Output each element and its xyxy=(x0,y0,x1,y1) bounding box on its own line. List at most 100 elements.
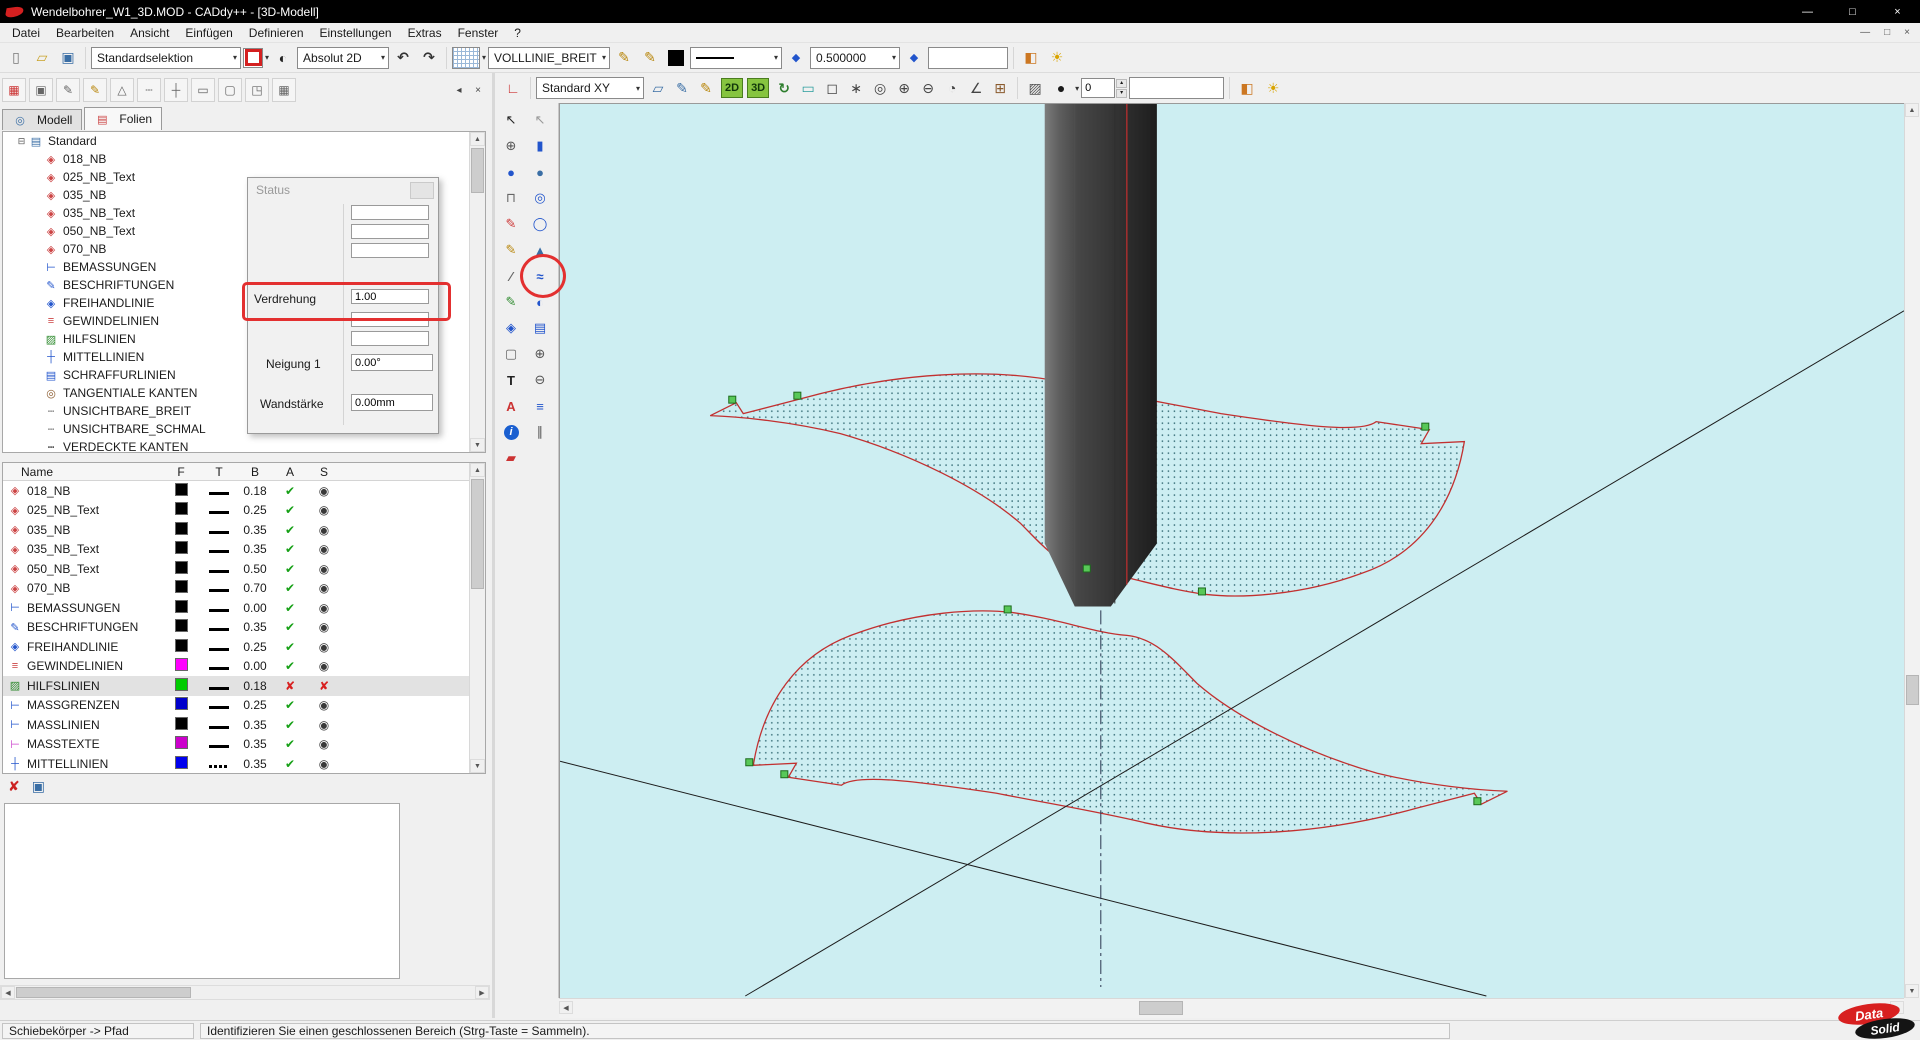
layer-color-swatch[interactable] xyxy=(175,502,188,515)
scrollbar-thumb[interactable] xyxy=(1139,1001,1183,1015)
panel-horizontal-scrollbar[interactable]: ◀ ▶ xyxy=(0,985,490,1000)
coordinate-field[interactable] xyxy=(1129,77,1224,99)
layer-visibility-flag[interactable]: ◉ xyxy=(319,484,329,498)
layer-table-row[interactable]: ◈ 050_NB_Text 0.50 ✔ ◉ xyxy=(3,559,485,579)
select-add-tool-icon[interactable]: ↖ xyxy=(527,107,553,133)
cylinder-tool-icon[interactable]: ▮ xyxy=(527,133,553,159)
badge-3d[interactable]: 3D xyxy=(747,78,769,98)
layer-table-row[interactable]: ▨ HILFSLINIEN 0.18 ✘ ✘ xyxy=(3,676,485,696)
undo-icon[interactable]: ↶ xyxy=(391,46,415,70)
text-select-tool-icon[interactable]: T xyxy=(498,367,524,393)
drill-shaft[interactable] xyxy=(1045,104,1157,606)
layer-visibility-flag[interactable]: ◉ xyxy=(319,757,329,771)
zoom-in-icon[interactable]: ⊕ xyxy=(892,76,916,100)
pens-icon[interactable]: ✎ xyxy=(83,78,107,102)
view-plane-icon[interactable]: ▭ xyxy=(796,76,820,100)
scroll-up-icon[interactable]: ▲ xyxy=(470,132,485,146)
tree-expander-icon[interactable]: ⊟ xyxy=(15,136,28,147)
layer-color-swatch[interactable] xyxy=(175,639,188,652)
layer-table-row[interactable]: ⊢ MASSGRENZEN 0.25 ✔ ◉ xyxy=(3,696,485,716)
cube-add-icon[interactable]: ⊞ xyxy=(988,76,1012,100)
layer-active-flag[interactable]: ✔ xyxy=(285,640,295,654)
tree-item[interactable]: ┅ VERDECKTE KANTEN xyxy=(3,438,485,453)
scroll-down-icon[interactable]: ▼ xyxy=(470,438,485,452)
workplane-edit-icon[interactable]: ✎ xyxy=(670,76,694,100)
loft-tool-icon[interactable]: ▤ xyxy=(527,315,553,341)
layer-color-swatch[interactable] xyxy=(175,736,188,749)
layer-active-flag[interactable]: ✔ xyxy=(285,737,295,751)
scroll-right-icon[interactable]: ▶ xyxy=(475,986,489,999)
layer-color-swatch[interactable] xyxy=(175,717,188,730)
neigung-input[interactable] xyxy=(351,354,433,371)
hatch-pattern-icon[interactable]: ▨ xyxy=(1023,76,1047,100)
scroll-left-icon[interactable]: ◀ xyxy=(1,986,15,999)
layer-color-swatch[interactable] xyxy=(175,600,188,613)
scroll-down-icon[interactable]: ▼ xyxy=(470,759,485,773)
layer-visibility-flag[interactable]: ◉ xyxy=(319,718,329,732)
drawing-canvas[interactable] xyxy=(559,103,1904,998)
layer-active-flag[interactable]: ✔ xyxy=(285,562,295,576)
chevron-down-icon[interactable]: ▾ xyxy=(482,53,486,62)
scroll-down-icon[interactable]: ▼ xyxy=(1905,984,1919,998)
grid-snap-button[interactable] xyxy=(452,47,480,69)
snap-tool-icon[interactable]: ⊕ xyxy=(498,133,524,159)
copy-layers-icon[interactable]: ▣ xyxy=(29,78,53,102)
canvas-vertical-scrollbar[interactable]: ▲ ▼ xyxy=(1904,103,1920,998)
layer-linetype-preview[interactable] xyxy=(209,667,229,670)
layers-tool-icon[interactable]: ◈ xyxy=(498,315,524,341)
layer-table-row[interactable]: ≡ GEWINDELINIEN 0.00 ✔ ◉ xyxy=(3,657,485,677)
layer-linetype-preview[interactable] xyxy=(209,511,229,514)
zoom-out-icon[interactable]: ⊖ xyxy=(916,76,940,100)
tree-item[interactable]: ◈ 018_NB xyxy=(3,150,485,168)
layer-table-row[interactable]: ◈ 035_NB 0.35 ✔ ◉ xyxy=(3,520,485,540)
scroll-up-icon[interactable]: ▲ xyxy=(1905,103,1919,117)
ucs-icon[interactable]: ∟ xyxy=(501,76,525,100)
info-tool-icon[interactable]: i xyxy=(498,419,524,445)
zoom-previous-icon[interactable]: ◔ xyxy=(940,76,964,100)
layer-linetype-preview[interactable] xyxy=(209,765,229,768)
layer-active-flag[interactable]: ✔ xyxy=(285,659,295,673)
new-file-icon[interactable]: ▯ xyxy=(4,46,28,70)
pen-style-icon[interactable]: ✎ xyxy=(612,46,636,70)
render-sphere-icon[interactable]: ● xyxy=(1049,76,1073,100)
paste-layer-icon[interactable]: ▣ xyxy=(32,778,45,795)
panel-collapse-icon[interactable]: ◂ xyxy=(451,82,467,98)
ball-tool-icon[interactable]: ● xyxy=(527,159,553,185)
menu-item[interactable]: ? xyxy=(506,24,529,42)
layer-active-flag[interactable]: ✔ xyxy=(285,503,295,517)
layer-color-swatch[interactable] xyxy=(175,619,188,632)
box3d-icon[interactable]: ◳ xyxy=(245,78,269,102)
pen-green-tool-icon[interactable]: ✎ xyxy=(498,289,524,315)
layer-active-flag[interactable]: ✔ xyxy=(285,620,295,634)
layer-linetype-preview[interactable] xyxy=(209,745,229,748)
layer-color-swatch[interactable] xyxy=(175,483,188,496)
redo-icon[interactable]: ↷ xyxy=(417,46,441,70)
layer-active-flag[interactable]: ✔ xyxy=(285,523,295,537)
open-folder-icon[interactable]: ▱ xyxy=(30,46,54,70)
status-field-1[interactable] xyxy=(351,205,429,220)
layer-color-swatch[interactable] xyxy=(175,658,188,671)
mdi-restore-button[interactable]: □ xyxy=(1884,27,1890,38)
selection-combo[interactable]: Standardselektion ▾ xyxy=(91,47,241,69)
wandstaerke-input[interactable] xyxy=(351,394,433,411)
layer-linetype-preview[interactable] xyxy=(209,628,229,631)
flute-region-lower[interactable] xyxy=(753,611,1507,833)
layer-table-row[interactable]: ⊢ MASSTEXTE 0.35 ✔ ◉ xyxy=(3,735,485,755)
minimize-button[interactable]: — xyxy=(1785,0,1830,23)
delete-layer-icon[interactable]: ✘ xyxy=(8,778,20,795)
layer-linetype-preview[interactable] xyxy=(209,609,229,612)
layer-active-flag[interactable]: ✔ xyxy=(285,757,295,771)
status-field-2[interactable] xyxy=(351,224,429,239)
layer-linetype-preview[interactable] xyxy=(209,706,229,709)
layer-color-swatch[interactable] xyxy=(175,678,188,691)
canvas-horizontal-scrollbar[interactable]: ◀ ▶ xyxy=(559,998,1904,1018)
layer-visibility-flag[interactable]: ◉ xyxy=(319,503,329,517)
menu-item[interactable]: Extras xyxy=(400,24,450,42)
pan-hand-icon[interactable]: ∗ xyxy=(844,76,868,100)
badge-2d[interactable]: 2D xyxy=(721,78,743,98)
rotate-view-icon[interactable]: ↻ xyxy=(772,76,796,100)
lightbulb-icon[interactable]: ☀ xyxy=(1045,46,1069,70)
chevron-down-icon[interactable]: ▾ xyxy=(265,53,269,62)
coordinate-mode-combo[interactable]: Absolut 2D ▾ xyxy=(297,47,389,69)
layer-linetype-preview[interactable] xyxy=(209,726,229,729)
